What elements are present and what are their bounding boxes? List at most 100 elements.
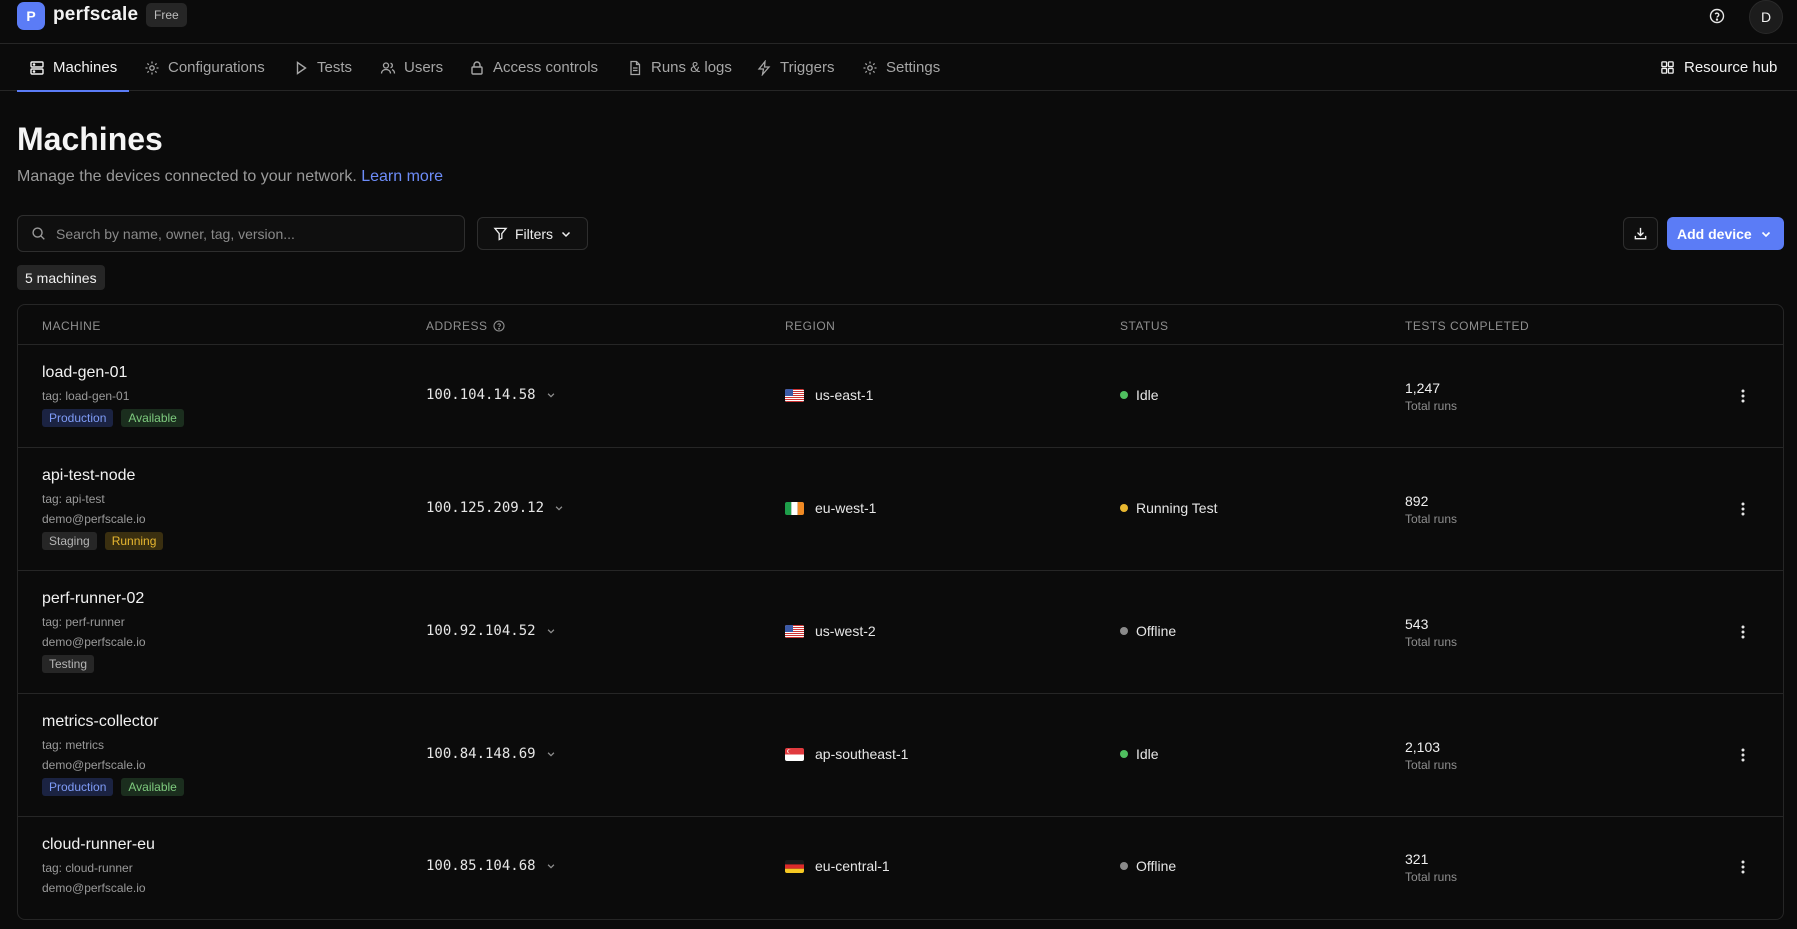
download-icon: [1634, 227, 1647, 240]
machine-name[interactable]: metrics-collector: [42, 713, 184, 731]
de-flag-icon: [785, 859, 804, 873]
address-dropdown[interactable]: 100.85.104.68: [426, 858, 556, 874]
status-dot: [1120, 391, 1128, 399]
status-text: Running Test: [1136, 500, 1218, 516]
nav-bar: Machines Configurations Tests Users Acce…: [0, 44, 1797, 92]
avatar[interactable]: D: [1749, 0, 1783, 34]
help-icon[interactable]: [1705, 4, 1729, 28]
environment-badge: Production: [42, 409, 114, 427]
region-name: ap-southeast-1: [815, 746, 909, 762]
address-value: 100.125.209.12: [426, 500, 545, 516]
tab-label: Tests: [317, 59, 353, 76]
address-dropdown[interactable]: 100.104.14.58: [426, 387, 556, 403]
machine-cell: api-test-node tag: api-test demo@perfsca…: [42, 467, 164, 550]
search-icon: [32, 227, 45, 240]
row-menu-button[interactable]: [1733, 620, 1753, 644]
machine-name[interactable]: cloud-runner-eu: [42, 836, 155, 854]
environment-badge: Staging: [42, 532, 97, 550]
filters-label: Filters: [514, 225, 554, 242]
status-dot: [1120, 504, 1128, 512]
tests-count: 321: [1405, 851, 1429, 867]
download-button[interactable]: [1623, 217, 1658, 250]
address-value: 100.85.104.68: [426, 858, 536, 874]
table-row[interactable]: cloud-runner-eu tag: cloud-runner demo@p…: [18, 817, 1783, 919]
machine-badges: Staging Running: [42, 532, 164, 550]
tab-label: Settings: [886, 59, 941, 76]
tests-count: 892: [1405, 493, 1429, 509]
table-row[interactable]: perf-runner-02 tag: perf-runner demo@per…: [18, 571, 1783, 694]
learn-more-link[interactable]: Learn more: [361, 168, 443, 185]
search-input[interactable]: [56, 225, 436, 242]
machine-cell: metrics-collector tag: metrics demo@perf…: [42, 713, 184, 796]
machine-owner: demo@perfscale.io: [42, 512, 146, 526]
tests-cell: 1,247 Total runs: [1405, 380, 1457, 413]
availability-badge: Running: [104, 532, 164, 550]
row-menu-button[interactable]: [1733, 743, 1753, 767]
machine-name[interactable]: perf-runner-02: [42, 590, 146, 608]
status-dot: [1120, 627, 1128, 635]
table-row[interactable]: metrics-collector tag: metrics demo@perf…: [18, 694, 1783, 817]
column-header-region[interactable]: REGION: [785, 319, 835, 333]
address-dropdown[interactable]: 100.125.209.12: [426, 500, 564, 516]
app-name[interactable]: perfscale: [53, 4, 138, 26]
more-vertical-icon: [1741, 502, 1745, 516]
search-box[interactable]: [17, 215, 465, 252]
tests-cell: 543 Total runs: [1405, 616, 1457, 649]
server-icon: [30, 60, 44, 75]
machine-name[interactable]: api-test-node: [42, 467, 163, 485]
machine-name[interactable]: load-gen-01: [42, 364, 184, 382]
column-header-machine[interactable]: MACHINE: [42, 319, 101, 333]
tests-count: 2,103: [1405, 739, 1441, 755]
filters-button[interactable]: Filters: [477, 217, 588, 250]
grid-icon: [1661, 61, 1674, 74]
machine-owner: demo@perfscale.io: [42, 881, 146, 895]
app-logo[interactable]: P: [17, 2, 45, 30]
chevron-down-icon: [547, 864, 554, 869]
top-bar: P perfscale Free D: [0, 0, 1797, 44]
tests-count: 1,247: [1405, 380, 1441, 396]
table-row[interactable]: load-gen-01 tag: load-gen-01 Production …: [18, 345, 1783, 448]
region-cell: ap-southeast-1: [785, 746, 908, 762]
resource-hub-button[interactable]: Resource hub: [1660, 44, 1777, 91]
gear-icon: [863, 61, 877, 74]
machine-badges: Testing: [42, 655, 146, 673]
tab-triggers[interactable]: Triggers: [756, 44, 834, 91]
tests-caption: Total runs: [1405, 635, 1458, 649]
status-text: Offline: [1136, 858, 1177, 874]
chevron-down-icon[interactable]: [1760, 228, 1772, 240]
tab-users[interactable]: Users: [380, 44, 443, 91]
lock-icon: [471, 60, 483, 75]
machine-cell: perf-runner-02 tag: perf-runner demo@per…: [42, 590, 146, 673]
address-dropdown[interactable]: 100.84.148.69: [426, 746, 556, 762]
info-icon[interactable]: [492, 320, 505, 332]
tab-machines[interactable]: Machines: [16, 44, 130, 92]
tab-tests[interactable]: Tests: [293, 44, 352, 91]
tab-configurations[interactable]: Configurations: [144, 44, 265, 91]
row-menu-button[interactable]: [1733, 855, 1753, 879]
tests-cell: 321 Total runs: [1405, 851, 1457, 884]
tests-caption: Total runs: [1405, 399, 1458, 413]
column-header-tests-completed[interactable]: TESTS COMPLETED: [1405, 319, 1529, 333]
tab-settings[interactable]: Settings: [862, 44, 940, 91]
address-dropdown[interactable]: 100.92.104.52: [426, 623, 556, 639]
machine-cell: cloud-runner-eu tag: cloud-runner demo@p…: [42, 836, 155, 895]
column-header-status[interactable]: STATUS: [1120, 319, 1169, 333]
more-vertical-icon: [1741, 389, 1745, 403]
column-header-address[interactable]: ADDRESS: [426, 319, 505, 333]
add-device-button[interactable]: Add device: [1667, 217, 1784, 250]
tab-label: Triggers: [780, 59, 835, 76]
machines-table: MACHINE ADDRESS REGION STATUS TESTS COMP…: [17, 304, 1784, 920]
row-menu-button[interactable]: [1733, 497, 1753, 521]
filter-icon: [493, 227, 508, 241]
region-cell: us-west-2: [785, 623, 876, 639]
region-name: eu-central-1: [815, 858, 890, 874]
tab-access-controls[interactable]: Access controls: [469, 44, 598, 91]
machine-tag: tag: api-test: [42, 492, 105, 506]
tab-label: Configurations: [168, 59, 265, 76]
plan-badge: Free: [146, 3, 187, 27]
table-row[interactable]: api-test-node tag: api-test demo@perfsca…: [18, 448, 1783, 571]
row-menu-button[interactable]: [1733, 384, 1753, 408]
tab-runs-logs[interactable]: Runs & logs: [627, 44, 732, 91]
machine-owner: demo@perfscale.io: [42, 758, 146, 772]
region-cell: eu-central-1: [785, 858, 890, 874]
